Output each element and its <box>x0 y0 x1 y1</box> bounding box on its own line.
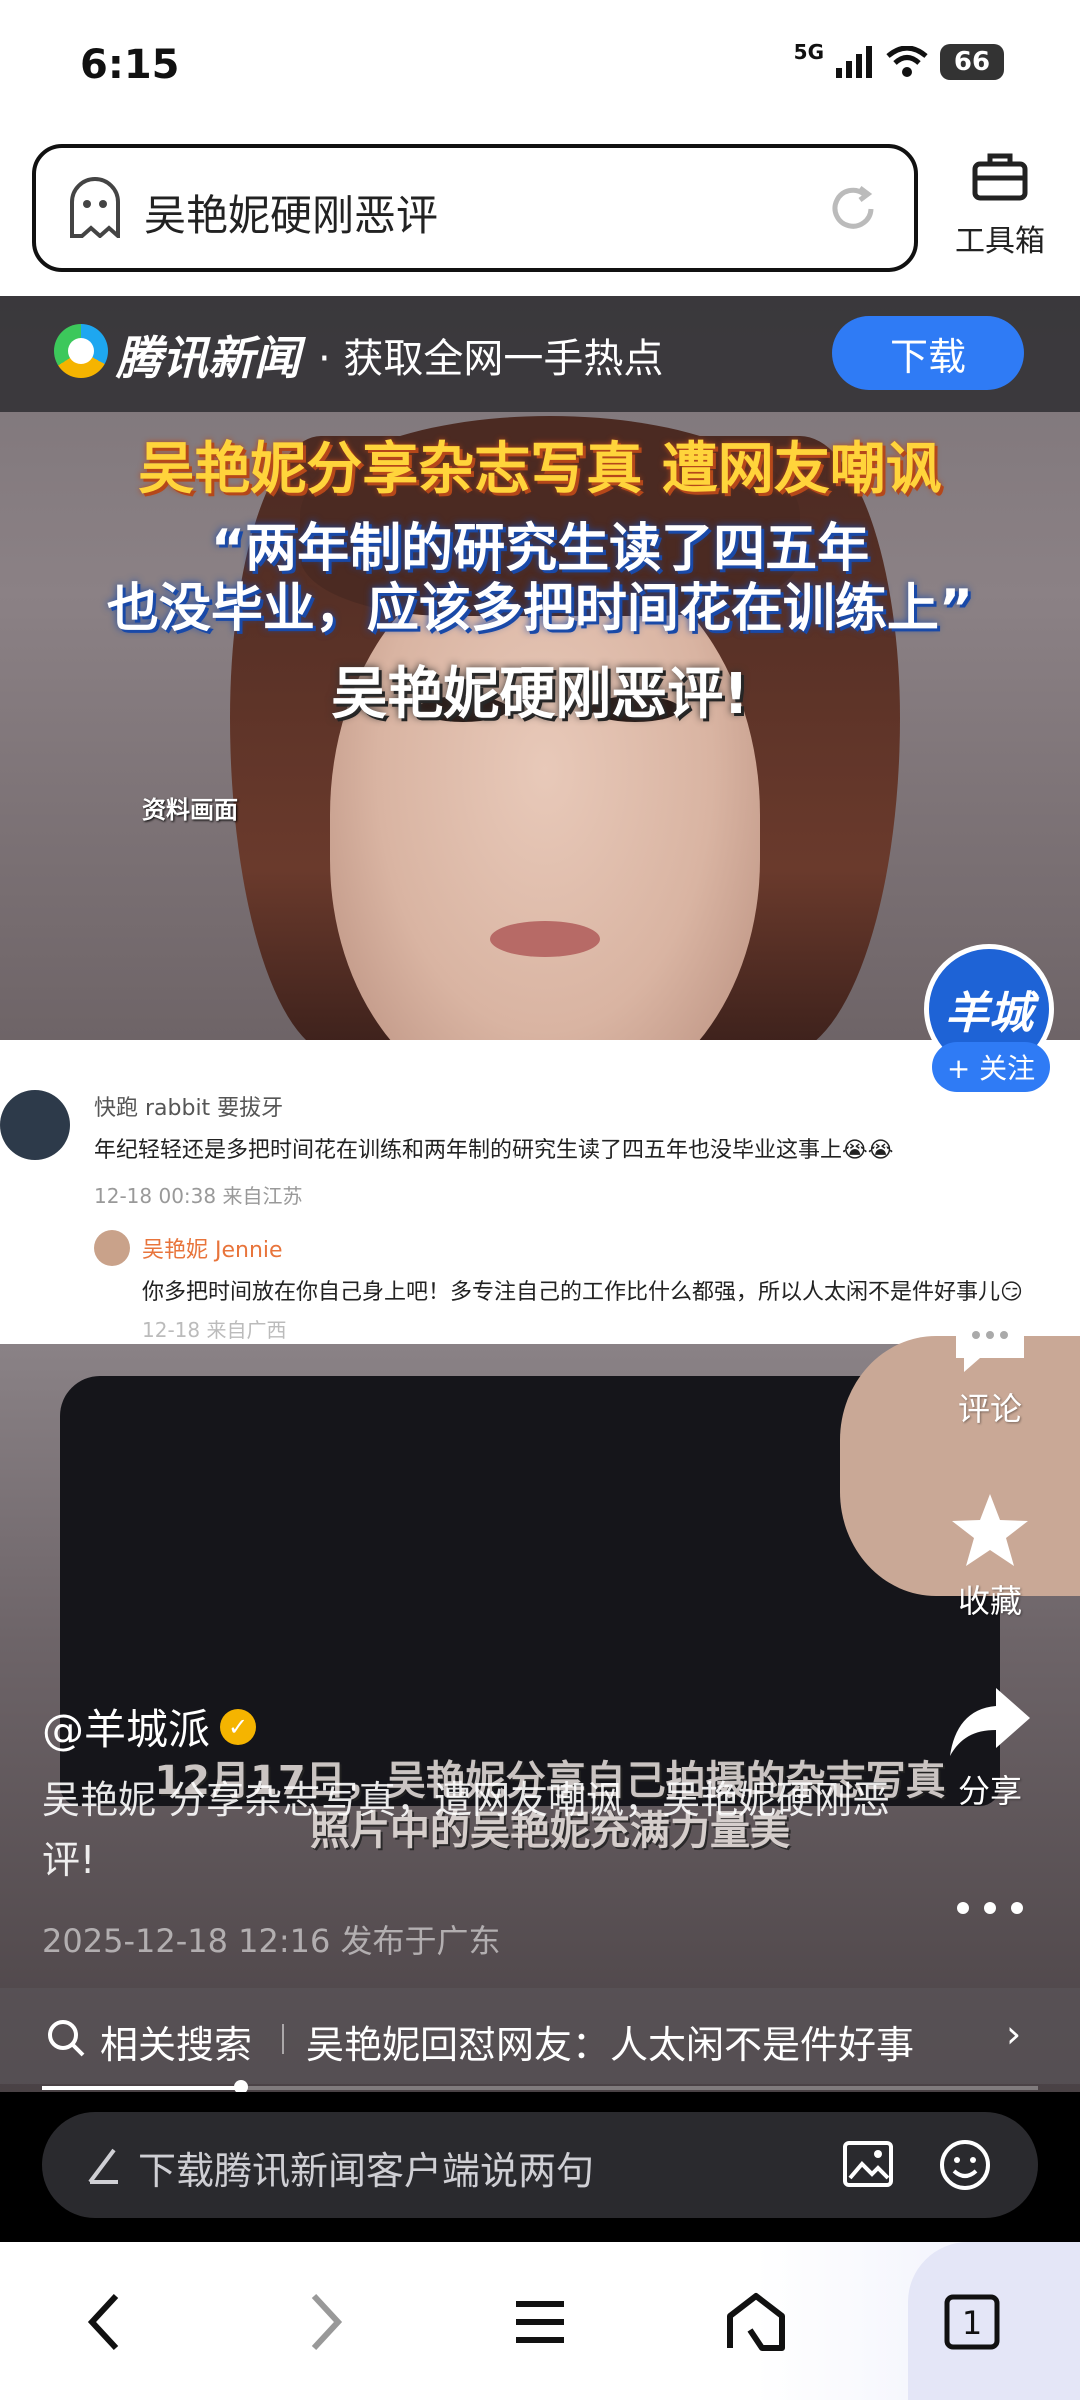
more-button[interactable] <box>930 1900 1050 1920</box>
more-icon <box>957 1902 1023 1914</box>
photo-lips <box>490 921 600 957</box>
menu-icon <box>516 2301 564 2343</box>
ghost-icon <box>66 176 124 242</box>
tab-count: 1 <box>962 2304 982 2342</box>
banner-slogan: · 获取全网一手热点 <box>318 336 664 382</box>
comment-label: 评论 <box>957 1390 1022 1428</box>
avatar <box>94 1230 130 1266</box>
headline-line: “两年制的研究生读了四五年 <box>210 519 870 579</box>
like-button[interactable] <box>930 1156 1050 1232</box>
heart-icon <box>953 1160 1027 1226</box>
headline-line: 吴艳妮分享杂志写真 遭网友嘲讽 <box>138 437 942 502</box>
follow-button[interactable]: + 关注 <box>932 1042 1050 1092</box>
comment-bar: 下载腾讯新闻客户端说两句 <box>0 2092 1080 2242</box>
home-icon <box>727 2293 785 2351</box>
progress-fill <box>42 2086 242 2090</box>
back-button[interactable] <box>64 2282 144 2362</box>
star-icon <box>952 1494 1028 1566</box>
search-query[interactable]: 吴艳妮硬刚恶评 <box>144 182 438 243</box>
tencent-news-logo <box>54 324 108 378</box>
wifi-icon <box>886 46 928 77</box>
image-icon[interactable] <box>842 2140 894 2192</box>
post-description: 吴艳妮 分享杂志写真，遭网友嘲讽，吴艳妮硬刚恶评! <box>42 1778 891 1882</box>
comment-input[interactable]: 下载腾讯新闻客户端说两句 <box>42 2112 1038 2218</box>
forward-icon <box>311 2293 343 2351</box>
download-button[interactable]: 下载 <box>832 316 1024 390</box>
reload-icon[interactable] <box>826 182 880 240</box>
tabs-icon: 1 <box>944 2294 1000 2350</box>
home-button[interactable] <box>716 2282 796 2362</box>
share-icon <box>950 1688 1030 1756</box>
search-bar[interactable]: 吴艳妮硬刚恶评 <box>32 144 918 272</box>
comment-user: 快跑 rabbit 要拔牙 <box>94 1096 284 1121</box>
avatar <box>0 1090 70 1160</box>
forward-button[interactable] <box>286 2282 366 2362</box>
status-time: 6:15 <box>80 42 180 88</box>
comment-user: 吴艳妮 Jennie <box>142 1238 283 1263</box>
verified-icon: ✓ <box>220 1708 257 1745</box>
post-timestamp: 2025-12-18 12:16 发布于广东 <box>42 1922 501 1960</box>
progress-handle[interactable] <box>234 2080 249 2092</box>
comment-meta: 12-18 00:38 来自江苏 <box>94 1184 303 1208</box>
video-headline: 吴艳妮分享杂志写真 遭网友嘲讽 “两年制的研究生读了四五年 也没毕业，应该多把时… <box>0 424 1080 730</box>
pencil-icon <box>86 2146 122 2190</box>
banner-brand: 腾讯新闻 <box>116 331 300 385</box>
author-name[interactable]: @羊城派 ✓ <box>42 1696 257 1757</box>
status-icons: 5G 66 <box>794 40 1004 80</box>
search-icon <box>46 2018 86 2062</box>
status-bar: 6:15 5G 66 <box>0 0 1080 140</box>
divider <box>282 2024 284 2054</box>
related-search-query[interactable]: 吴艳妮回怼网友：人太闲不是件好事 <box>306 2014 914 2069</box>
archive-label: 资料画面 <box>142 796 238 824</box>
toolbox-icon <box>972 153 1028 201</box>
back-icon <box>87 2293 119 2351</box>
menu-button[interactable] <box>500 2282 580 2362</box>
comment-meta: 12-18 来自广西 <box>142 1318 287 1342</box>
network-type: 5G <box>793 40 824 64</box>
favorite-label: 收藏 <box>957 1582 1022 1620</box>
comment-placeholder: 下载腾讯新闻客户端说两句 <box>138 2149 595 2193</box>
comment-text: 你多把时间放在你自己身上吧！多专注自己的工作比什么都强，所以人太闲不是件好事儿😏 <box>142 1280 1023 1305</box>
signal-icon <box>836 46 872 78</box>
comment-text: 年纪轻轻还是多把时间花在训练和两年制的研究生读了四五年也没毕业这事上😭😭 <box>94 1138 894 1163</box>
favorite-button[interactable]: 收藏 <box>930 1492 1050 1622</box>
battery-indicator: 66 <box>940 44 1004 80</box>
tabs-button[interactable]: 1 <box>932 2282 1012 2362</box>
toolbox-label: 工具箱 <box>955 224 1045 259</box>
emoji-icon[interactable] <box>938 2138 992 2196</box>
headline-line: 吴艳妮硬刚恶评! <box>331 662 749 727</box>
toolbox-button[interactable]: 工具箱 <box>944 150 1056 260</box>
chevron-right-icon: › <box>1006 2012 1022 2056</box>
app-promo-banner: 腾讯新闻 · 获取全网一手热点 下载 <box>0 296 1080 412</box>
video-content[interactable]: 吴艳妮分享杂志写真 遭网友嘲讽 “两年制的研究生读了四五年 也没毕业，应该多把时… <box>0 296 1080 2092</box>
browser-navbar: 1 <box>0 2242 1080 2400</box>
related-search-label: 相关搜索 <box>100 2023 253 2067</box>
headline-line: 也没毕业，应该多把时间花在训练上” <box>106 579 974 639</box>
play-icon[interactable] <box>504 1148 584 1242</box>
author-handle[interactable]: @羊城派 <box>42 1696 210 1757</box>
related-search[interactable]: 相关搜索 吴艳妮回怼网友：人太闲不是件好事 › <box>0 1988 1080 2084</box>
video-progress-bar[interactable] <box>42 2080 1038 2092</box>
comment-icon <box>956 1312 1024 1372</box>
comment-button[interactable]: 评论 <box>930 1306 1050 1430</box>
